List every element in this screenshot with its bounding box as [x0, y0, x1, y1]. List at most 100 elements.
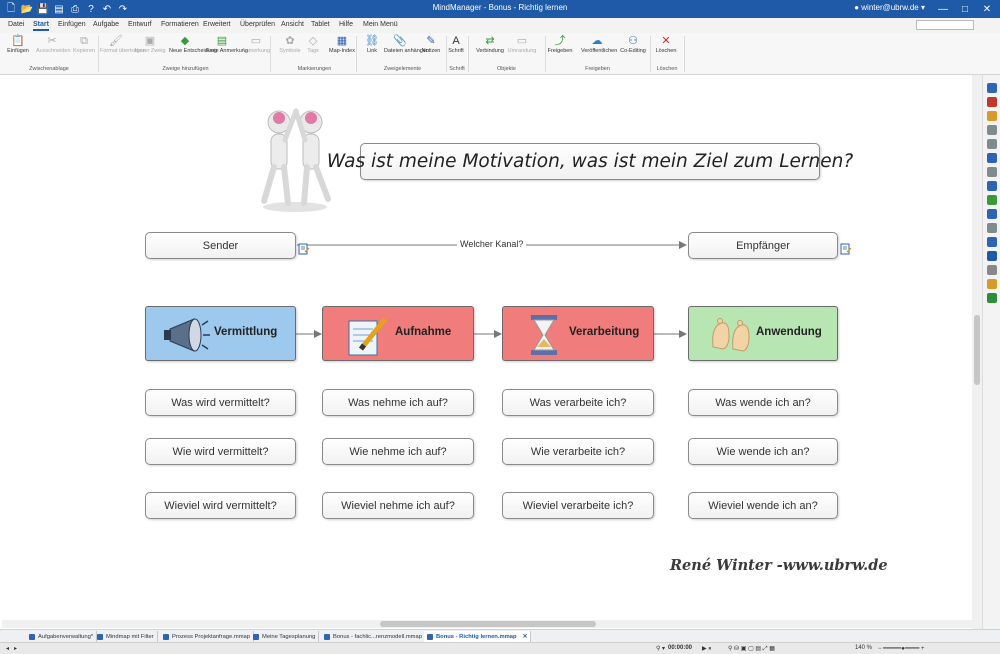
index-icon[interactable] [987, 181, 997, 191]
filter-status-icon[interactable]: ⚲ ▾ [656, 645, 665, 652]
save-all-icon[interactable]: ▤ [52, 2, 66, 16]
central-topic[interactable]: Was ist meine Motivation, was ist mein Z… [327, 143, 853, 180]
document-tab[interactable]: Mindmap mit Filter [94, 631, 158, 642]
signature-text[interactable]: René Winter -www.ubrw.de [670, 557, 888, 574]
document-tab[interactable]: Aufgabenverwaltung* [26, 631, 98, 642]
print-icon[interactable]: ⎙ [68, 2, 82, 16]
receiver-topic[interactable]: Empfänger [688, 232, 838, 259]
note-icon[interactable] [298, 243, 310, 255]
map-index-button[interactable]: ▦ Map-Index [326, 35, 358, 65]
history-icon[interactable] [987, 223, 997, 233]
tab-einfuegen[interactable]: Einfügen [58, 21, 86, 28]
zoom-slider[interactable]: − ━━━━━●━━━━ + [878, 645, 924, 652]
question-topic[interactable]: Wieviel nehme ich auf? [322, 492, 474, 519]
open-icon[interactable]: 📂 [20, 2, 34, 16]
overview-icon[interactable] [987, 195, 997, 205]
scroll-thumb[interactable] [974, 315, 980, 385]
umrandung-button[interactable]: ▭ Umrandung [506, 35, 538, 65]
neue-entscheidung-button[interactable]: ◆ Neue Entscheidung [169, 35, 217, 65]
freigeben-button[interactable]: ⤴ Freigeben [544, 35, 576, 65]
loeschen-button[interactable]: ✕ Löschen [650, 35, 682, 65]
view-controls[interactable]: ⚲ ⛁ ▣ ▢ ▤ ⤢ ▦ [728, 645, 775, 653]
phase-topic-vermittlung[interactable]: Vermittlung [145, 306, 296, 361]
help-icon[interactable]: ? [84, 2, 98, 16]
sender-topic[interactable]: Sender [145, 232, 296, 259]
undo-icon[interactable]: ↶ [100, 2, 114, 16]
phase-topic-verarbeitung[interactable]: Verarbeitung [502, 306, 654, 361]
einfuegen-button[interactable]: 📋 Einfügen [2, 35, 34, 65]
document-tab[interactable]: Meine Tagesplanung [250, 631, 320, 642]
tab-datei[interactable]: Datei [8, 21, 24, 28]
dateien-anhaengen-button[interactable]: 📎 Dateien anhängen [384, 35, 429, 65]
ausschneiden-button[interactable]: ✂ Ausschneiden [36, 35, 71, 65]
search-icon[interactable] [987, 167, 997, 177]
neuer-zweig-button[interactable]: ▣ Neuer Zweig [134, 35, 166, 65]
markers-icon[interactable] [987, 97, 997, 107]
library-icon[interactable] [987, 83, 997, 93]
close-icon[interactable]: ✕ [976, 0, 998, 18]
tab-ueberpruefen[interactable]: Überprüfen [240, 21, 275, 28]
redo-icon[interactable]: ↷ [116, 2, 130, 16]
map-parts-icon[interactable] [987, 139, 997, 149]
document-tab[interactable]: Bonus - Richtig lernen.mmap ✕ [424, 631, 532, 642]
vertical-scrollbar[interactable] [972, 75, 982, 629]
save-icon[interactable]: 💾 [36, 2, 50, 16]
freie-anmerkung-button[interactable]: ▤ Freie Anmerkung [206, 35, 248, 65]
question-topic[interactable]: Was verarbeite ich? [502, 389, 654, 416]
question-topic[interactable]: Wieviel verarbeite ich? [502, 492, 654, 519]
horizontal-scrollbar[interactable] [2, 620, 972, 628]
tab-tablet[interactable]: Tablet [311, 21, 330, 28]
timer-controls[interactable]: ▶ ⏸ [702, 645, 711, 653]
task-info-icon[interactable] [987, 111, 997, 121]
question-topic[interactable]: Wieviel wird vermittelt? [145, 492, 296, 519]
tab-erweitert[interactable]: Erweitert [203, 21, 231, 28]
idea-icon[interactable] [987, 279, 997, 289]
phase-topic-aufnahme[interactable]: Aufnahme [322, 306, 474, 361]
tab-hilfe[interactable]: Hilfe [339, 21, 353, 28]
question-topic[interactable]: Was nehme ich auf? [322, 389, 474, 416]
anmerkung-button[interactable]: ▭ Anmerkung [240, 35, 272, 65]
question-topic[interactable]: Was wird vermittelt? [145, 389, 296, 416]
tab-ansicht[interactable]: Ansicht [281, 21, 304, 28]
user-account[interactable]: ● winter@ubrw.de ▾ [854, 3, 925, 12]
document-tab[interactable]: Bonus - fachlic...renzmodell.mmap [321, 631, 426, 642]
tab-mein-menue[interactable]: Mein Menü [363, 21, 398, 28]
tab-entwurf[interactable]: Entwurf [128, 21, 152, 28]
filter-icon[interactable] [987, 209, 997, 219]
kopieren-button[interactable]: ⧉ Kopieren [68, 35, 100, 65]
question-topic[interactable]: Wie verarbeite ich? [502, 438, 654, 465]
scroll-left-icon[interactable]: ◂ [6, 645, 9, 652]
close-tab-icon[interactable]: ✕ [523, 634, 528, 640]
note-icon[interactable] [840, 243, 852, 255]
minimize-icon[interactable]: — [932, 0, 954, 18]
tab-aufgabe[interactable]: Aufgabe [93, 21, 119, 28]
question-topic[interactable]: Wie wird vermittelt? [145, 438, 296, 465]
question-topic[interactable]: Wie nehme ich auf? [322, 438, 474, 465]
settings-icon[interactable] [987, 265, 997, 275]
pages-icon[interactable] [987, 237, 997, 247]
zoom-level[interactable]: 140 % [855, 645, 872, 651]
co-editing-button[interactable]: ⚇ Co-Editing [617, 35, 649, 65]
map-canvas[interactable]: Was ist meine Motivation, was ist mein Z… [2, 75, 972, 629]
veroeffentlichen-button[interactable]: ☁ Veröffentlichen [581, 35, 617, 65]
tab-start[interactable]: Start [33, 21, 49, 31]
excel-icon[interactable] [987, 293, 997, 303]
outlook-icon[interactable] [987, 251, 997, 261]
tab-formatieren[interactable]: Formatieren [161, 21, 199, 28]
document-tab[interactable]: Prozess Projektanfrage.mmap [160, 631, 254, 642]
new-file-icon[interactable]: 🗋 [4, 2, 18, 16]
verbindung-button[interactable]: ⇄ Verbindung [474, 35, 506, 65]
maximize-icon[interactable]: □ [954, 0, 976, 18]
question-topic[interactable]: Was wende ich an? [688, 389, 838, 416]
phase-topic-anwendung[interactable]: Anwendung [688, 306, 838, 361]
format-icon[interactable] [987, 125, 997, 135]
question-topic[interactable]: Wieviel wende ich an? [688, 492, 838, 519]
search-input[interactable] [916, 20, 974, 30]
scroll-right-icon[interactable]: ▸ [14, 645, 17, 652]
timer-display[interactable]: 00:00:00 [668, 645, 692, 651]
relationship-label[interactable]: Welcher Kanal? [457, 239, 527, 249]
scroll-thumb[interactable] [380, 621, 596, 627]
question-topic[interactable]: Wie wende ich an? [688, 438, 838, 465]
notes-icon[interactable] [987, 153, 997, 163]
format-uebertragen-button[interactable]: 🖌 Format übertragen [100, 35, 146, 65]
